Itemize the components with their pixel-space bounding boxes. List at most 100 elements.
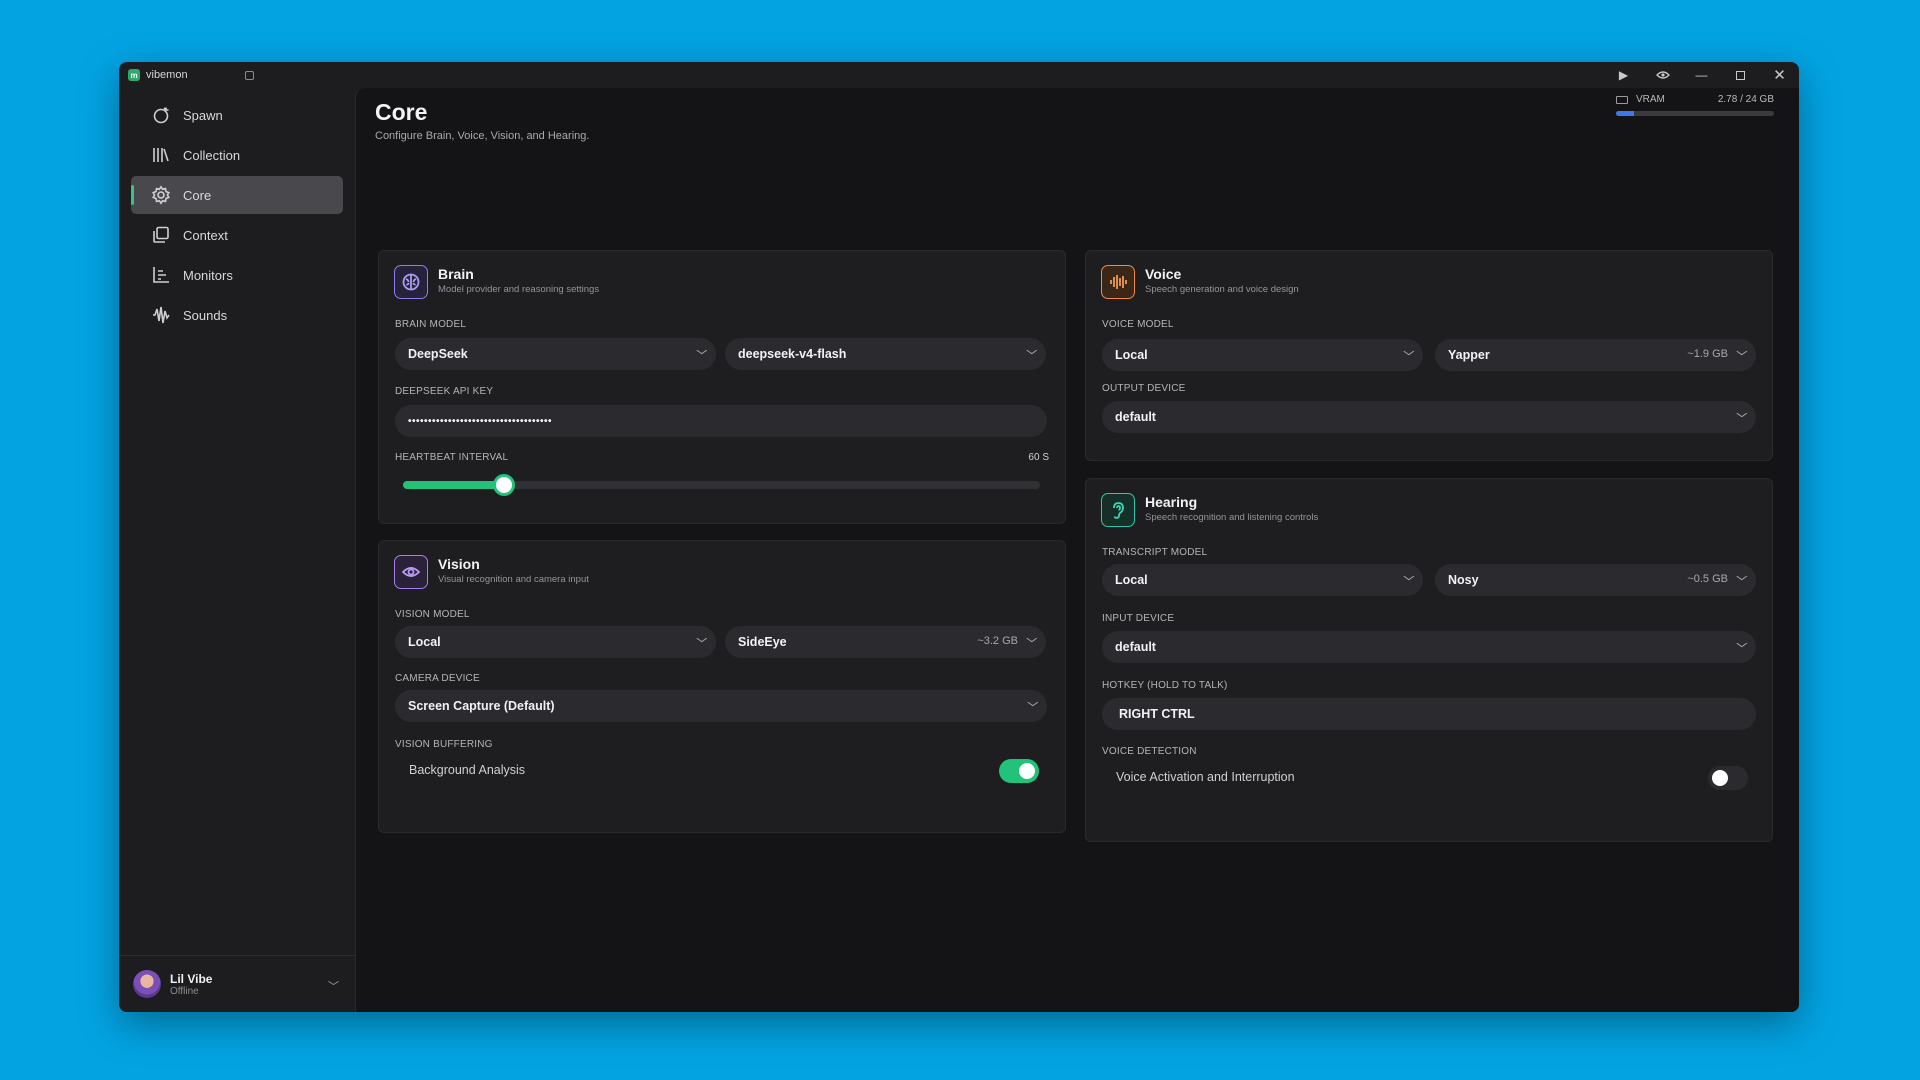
sidebar-item-core[interactable]: Core [131, 176, 343, 214]
app-window: m vibemon ▶ — ✕ Spawn Collection Core Co… [119, 62, 1799, 1012]
play-icon[interactable]: ▶ [1604, 62, 1643, 88]
chevron-down-icon: ⌵ [1736, 639, 1748, 650]
app-logo-icon: m [128, 69, 140, 81]
chevron-down-icon: ⌵ [1026, 634, 1038, 645]
heartbeat-slider[interactable] [403, 474, 1040, 496]
voice-detection-label: VOICE DETECTION [1102, 746, 1197, 757]
vision-subtitle: Visual recognition and camera input [438, 573, 589, 585]
sidebar-item-monitors[interactable]: Monitors [131, 256, 343, 294]
voice-model-size: ~1.9 GB [1687, 348, 1728, 360]
chevron-down-icon: ⌵ [1403, 572, 1415, 583]
voice-provider-select[interactable]: Local ⌵ [1102, 339, 1423, 371]
vision-model-label: VISION MODEL [395, 609, 470, 620]
panel-toggle-icon[interactable] [244, 70, 254, 80]
background-analysis-label: Background Analysis [409, 763, 526, 777]
app-name: vibemon [146, 69, 188, 81]
api-key-input[interactable]: •••••••••••••••••••••••••••••••••••• [395, 405, 1047, 437]
hearing-provider-select[interactable]: Local ⌵ [1102, 564, 1423, 596]
library-icon [153, 148, 169, 162]
voice-activation-toggle[interactable] [1708, 766, 1748, 790]
close-icon[interactable]: ✕ [1760, 62, 1799, 88]
brain-model-value: deepseek-v4-flash [738, 347, 847, 361]
hotkey-label: HOTKEY (HOLD TO TALK) [1102, 680, 1228, 691]
voice-model-select[interactable]: Yapper ~1.9 GB ⌵ [1435, 339, 1756, 371]
voice-waveform-icon [1101, 265, 1135, 299]
vram-value: 2.78 / 24 GB [1717, 94, 1774, 105]
user-status: Offline [170, 985, 199, 997]
chevron-down-icon: ⌵ [1027, 698, 1039, 709]
chart-icon [153, 267, 169, 283]
context-icon [153, 226, 169, 243]
voice-title: Voice [1145, 265, 1182, 282]
sidebar-item-collection[interactable]: Collection [131, 136, 343, 174]
vram-bar-fill [1616, 111, 1635, 116]
hotkey-input[interactable]: RIGHT CTRL [1102, 698, 1756, 730]
hearing-model-size: ~0.5 GB [1687, 573, 1728, 585]
chevron-down-icon: ⌵ [696, 346, 708, 357]
vision-model-value: SideEye [738, 635, 787, 649]
voice-model-label: VOICE MODEL [1102, 319, 1174, 330]
voice-activation-label: Voice Activation and Interruption [1116, 770, 1295, 784]
hearing-model-select[interactable]: Nosy ~0.5 GB ⌵ [1435, 564, 1756, 596]
hearing-card: Hearing Speech recognition and listening… [1085, 478, 1773, 842]
output-device-label: OUTPUT DEVICE [1102, 383, 1186, 394]
api-key-label: DEEPSEEK API KEY [395, 386, 494, 397]
camera-device-select[interactable]: Screen Capture (Default) ⌵ [395, 690, 1047, 722]
vision-provider-value: Local [408, 635, 441, 649]
voice-model-value: Yapper [1448, 348, 1490, 362]
voice-subtitle: Speech generation and voice design [1145, 283, 1299, 295]
camera-device-label: CAMERA DEVICE [395, 673, 480, 684]
voice-card: Voice Speech generation and voice design… [1085, 250, 1773, 461]
hotkey-value: RIGHT CTRL [1119, 707, 1195, 721]
vision-model-select[interactable]: SideEye ~3.2 GB ⌵ [725, 626, 1046, 658]
sidebar-item-context[interactable]: Context [131, 216, 343, 254]
maximize-icon[interactable] [1721, 62, 1760, 88]
output-device-select[interactable]: default ⌵ [1102, 401, 1756, 433]
ear-icon [1101, 493, 1135, 527]
sidebar-item-label: Monitors [183, 267, 233, 283]
output-device-value: default [1115, 410, 1156, 424]
avatar [133, 970, 161, 998]
brain-provider-select[interactable]: DeepSeek ⌵ [395, 338, 716, 370]
waveform-icon [153, 306, 170, 324]
brain-provider-value: DeepSeek [408, 347, 468, 361]
core-gear-icon [152, 185, 170, 205]
hearing-provider-value: Local [1115, 573, 1148, 587]
vision-model-size: ~3.2 GB [977, 635, 1018, 647]
sidebar-item-label: Collection [183, 147, 241, 163]
window-controls: ▶ — ✕ [1604, 62, 1799, 88]
user-profile[interactable]: Lil Vibe Offline ﹀ [119, 955, 355, 1012]
vision-provider-select[interactable]: Local ⌵ [395, 626, 716, 658]
vram-bar [1616, 111, 1774, 116]
vision-card: Vision Visual recognition and camera inp… [378, 540, 1066, 833]
brain-title: Brain [438, 265, 474, 282]
input-device-select[interactable]: default ⌵ [1102, 631, 1756, 663]
background-analysis-toggle[interactable] [999, 759, 1039, 783]
page-title: Core [375, 99, 428, 125]
main-content: Core Configure Brain, Voice, Vision, and… [355, 88, 1799, 1012]
heartbeat-label: HEARTBEAT INTERVAL [395, 452, 509, 463]
brain-model-label: BRAIN MODEL [395, 319, 467, 330]
brain-model-select[interactable]: deepseek-v4-flash ⌵ [725, 338, 1046, 370]
page-subtitle: Configure Brain, Voice, Vision, and Hear… [375, 130, 590, 142]
vram-label: VRAM [1636, 94, 1665, 105]
user-info: Lil Vibe Offline [170, 972, 212, 997]
heartbeat-slider-handle[interactable] [492, 474, 515, 496]
sidebar-item-label: Sounds [183, 307, 228, 323]
chevron-down-icon: ⌵ [1403, 347, 1415, 358]
minimize-icon[interactable]: — [1682, 62, 1721, 88]
chevron-down-icon: ⌵ [1736, 347, 1748, 358]
sidebar-item-sounds[interactable]: Sounds [131, 296, 343, 334]
eye-icon[interactable] [1643, 62, 1682, 88]
sidebar-item-spawn[interactable]: Spawn [131, 96, 343, 134]
chevron-down-icon: ⌵ [696, 634, 708, 645]
brain-subtitle: Model provider and reasoning settings [438, 283, 600, 295]
spawn-icon [153, 107, 169, 124]
vram-meter: VRAM 2.78 / 24 GB [1616, 94, 1774, 116]
sidebar: Spawn Collection Core Context Monitors S… [119, 88, 355, 1012]
sidebar-item-label: Core [183, 187, 212, 203]
chevron-down-icon: ⌵ [1736, 572, 1748, 583]
hearing-title: Hearing [1145, 493, 1198, 510]
chevron-down-icon[interactable]: ﹀ [328, 978, 339, 994]
eye-icon [394, 555, 428, 589]
